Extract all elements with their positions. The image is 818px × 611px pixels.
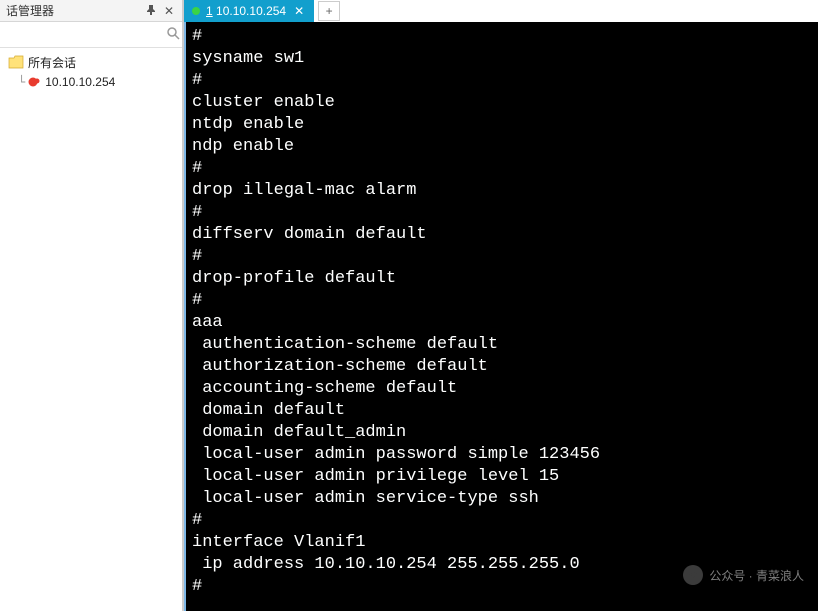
session-tree: 所有会话 └ 10.10.10.254	[0, 48, 182, 611]
search-row	[0, 22, 182, 48]
app-root: 话管理器 ✕ 所有会话 └ 10.1	[0, 0, 818, 611]
tab-close-icon[interactable]: ✕	[292, 4, 306, 18]
search-input[interactable]	[4, 25, 167, 45]
session-status-icon	[27, 75, 41, 89]
tab-bar: 1 10.10.10.254 ✕ +	[184, 0, 818, 22]
close-icon[interactable]: ✕	[162, 4, 176, 18]
folder-icon	[8, 55, 24, 69]
connection-status-icon	[192, 7, 200, 15]
panel-title: 话管理器	[6, 2, 140, 19]
tree-root[interactable]: 所有会话	[4, 52, 178, 72]
session-manager-panel: 话管理器 ✕ 所有会话 └ 10.1	[0, 0, 184, 611]
tree-item-session[interactable]: └ 10.10.10.254	[4, 72, 178, 92]
terminal-output[interactable]: # sysname sw1 # cluster enable ntdp enab…	[184, 22, 818, 611]
main-area: 1 10.10.10.254 ✕ + # sysname sw1 # clust…	[184, 0, 818, 611]
tab-active[interactable]: 1 10.10.10.254 ✕	[184, 0, 314, 22]
panel-header: 话管理器 ✕	[0, 0, 182, 22]
tree-branch-icon: └	[18, 75, 25, 89]
search-icon[interactable]	[167, 27, 180, 43]
tab-title: 1 10.10.10.254	[206, 4, 286, 18]
pin-icon[interactable]	[144, 4, 158, 18]
new-tab-button[interactable]: +	[318, 1, 340, 21]
tree-root-label: 所有会话	[28, 54, 76, 71]
session-label: 10.10.10.254	[45, 75, 115, 89]
